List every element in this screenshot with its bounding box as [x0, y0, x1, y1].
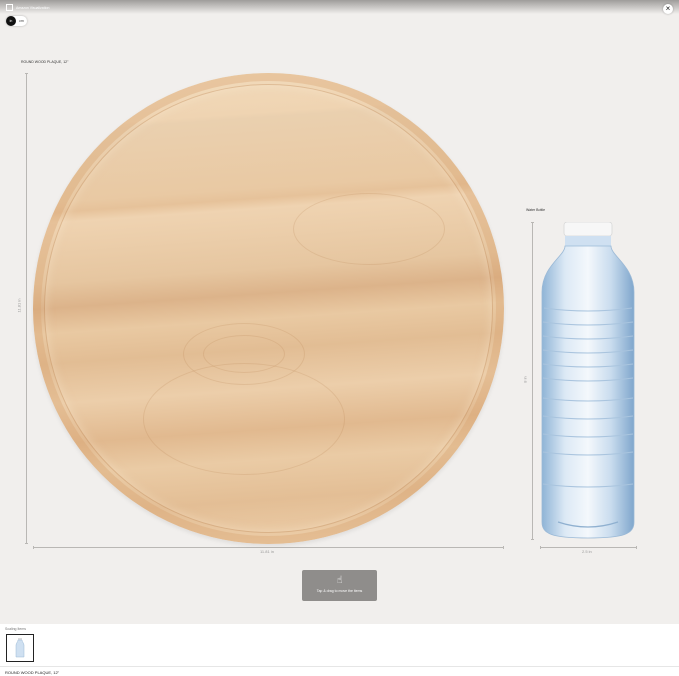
wood-grain — [143, 363, 345, 475]
wood-grain — [293, 193, 445, 265]
unit-toggle-other[interactable]: cm — [16, 19, 27, 23]
plaque-label: ROUND WOOD PLAQUE, 12" — [21, 60, 69, 64]
top-shade — [0, 0, 679, 14]
bottle-width-tick-left — [540, 546, 541, 549]
unit-toggle-selected[interactable]: in — [6, 16, 16, 26]
bottom-divider — [0, 666, 679, 667]
bottle-width-dim: 2.5 in — [582, 549, 592, 554]
bottle-height-line — [532, 222, 533, 540]
bottle-thumbnail-icon — [15, 638, 25, 658]
bottom-panel — [0, 624, 679, 676]
bottle-label: Water Bottle — [526, 208, 546, 212]
bottle-cap — [563, 222, 613, 237]
app-logo: Amazon Visualization — [6, 4, 49, 11]
bottle-body — [541, 245, 635, 539]
hand-pointer-icon: ☝ — [336, 575, 343, 586]
scaling-items-label: Scaling Items — [5, 627, 27, 631]
bottle-height-dim: 8 in — [522, 376, 528, 383]
plaque-width-tick-left — [33, 546, 34, 549]
plaque-height-tick-bottom — [25, 543, 28, 544]
bottle-neck — [565, 236, 611, 246]
selected-item-caption: ROUND WOOD PLAQUE, 12" — [5, 670, 60, 675]
bottle-height-tick-top — [531, 222, 534, 223]
water-bottle[interactable] — [538, 222, 638, 540]
bottle-width-line — [540, 547, 637, 548]
bottle-height-tick-bottom — [531, 539, 534, 540]
plaque-height-line — [26, 73, 27, 544]
drag-hint: ☝ Tap & drag to move the items — [302, 570, 377, 601]
logo-text: Amazon Visualization — [16, 5, 50, 10]
close-icon: × — [665, 4, 671, 13]
bottle-thumbnail[interactable] — [6, 634, 34, 662]
plaque-height-dim: 11.81 in — [16, 298, 22, 313]
drag-hint-text: Tap & drag to move the items — [316, 589, 363, 593]
round-wood-plaque[interactable] — [33, 73, 504, 544]
plaque-width-dim: 11.81 in — [260, 549, 274, 554]
bottle-width-tick-right — [636, 546, 637, 549]
plaque-height-tick-top — [25, 73, 28, 74]
unit-toggle[interactable]: in cm — [6, 16, 27, 26]
close-button[interactable]: × — [663, 4, 673, 14]
logo-icon — [6, 4, 13, 11]
plaque-width-tick-right — [503, 546, 504, 549]
plaque-width-line — [33, 547, 504, 548]
